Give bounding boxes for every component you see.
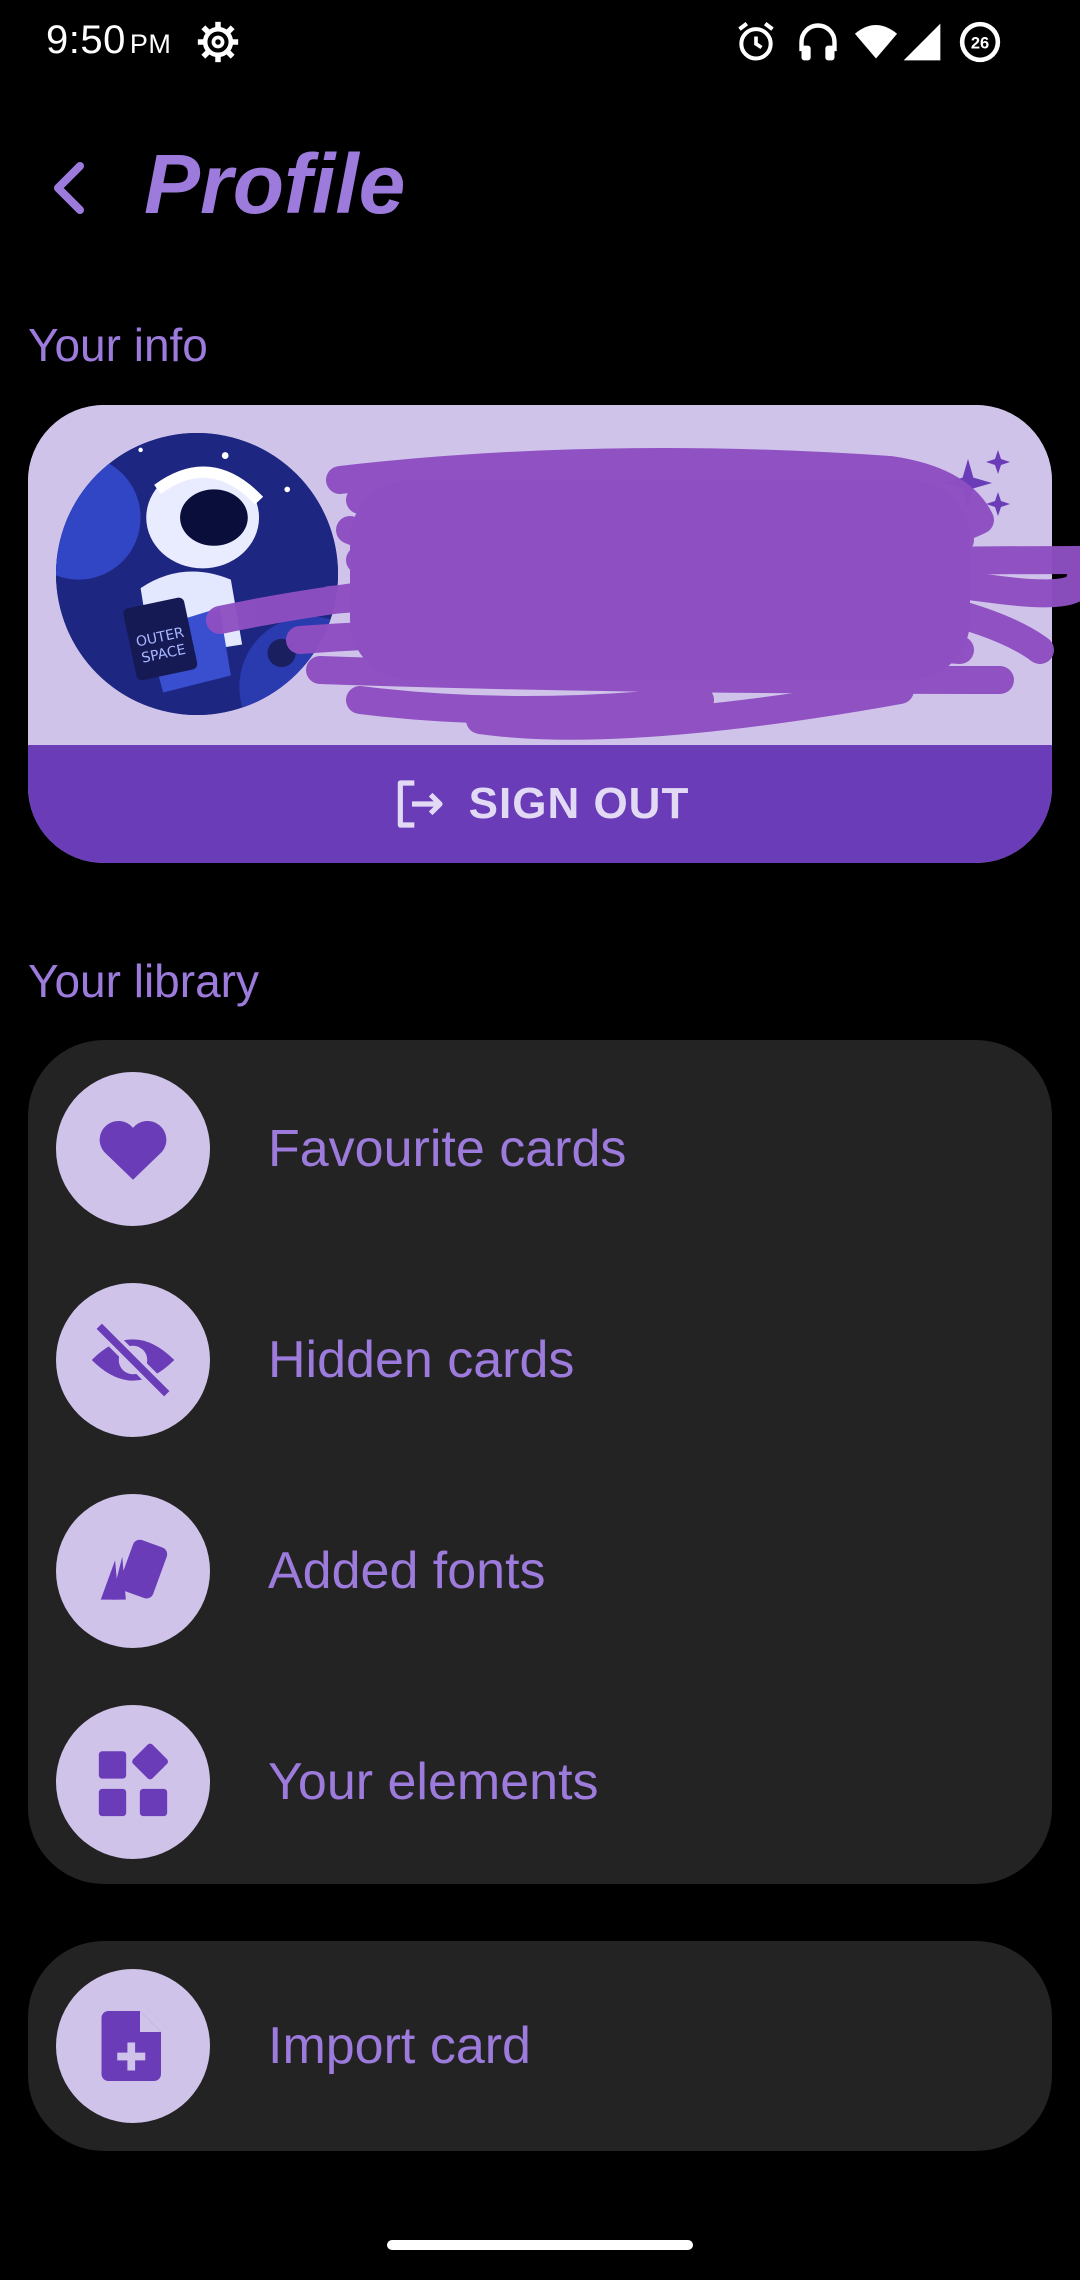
wifi-icon — [854, 25, 898, 59]
list-item-favourite-cards[interactable]: Favourite cards — [28, 1044, 1052, 1254]
sign-out-label: SIGN OUT — [468, 779, 690, 828]
elements-icon-circle — [56, 1705, 210, 1859]
chevron-left-icon[interactable] — [48, 160, 88, 216]
status-time: 9:50 PM — [46, 18, 171, 63]
library-list: Favourite cards Hidden cards Added fonts — [28, 1040, 1052, 1884]
section-label-your-library: Your library — [28, 955, 259, 1007]
list-item-label: Import card — [268, 2017, 531, 2075]
alarm-icon — [738, 22, 774, 61]
list-item-label: Favourite cards — [268, 1120, 627, 1178]
avatar: OUTER SPACE — [56, 433, 338, 715]
list-item-label: Your elements — [268, 1753, 599, 1811]
page-title: Profile — [144, 137, 406, 231]
hidden-icon-circle — [56, 1283, 210, 1437]
list-item-hidden-cards[interactable]: Hidden cards — [28, 1255, 1052, 1465]
battery-level: 26 — [971, 34, 989, 52]
sparkle-icon — [944, 450, 1010, 516]
list-item-added-fonts[interactable]: Added fonts — [28, 1466, 1052, 1676]
file-plus-icon — [101, 2011, 161, 2081]
list-item-label: Hidden cards — [268, 1331, 575, 1389]
home-indicator[interactable] — [387, 2240, 693, 2250]
status-bar: 9:50 PM 26 — [0, 0, 1080, 90]
sign-out-button[interactable]: SIGN OUT — [28, 745, 1052, 863]
import-icon-circle — [56, 1969, 210, 2123]
cell-signal-icon — [903, 23, 941, 61]
list-item-your-elements[interactable]: Your elements — [28, 1677, 1052, 1887]
profile-info-area: OUTER SPACE — [28, 405, 1052, 745]
astronaut-avatar: OUTER SPACE — [56, 433, 338, 715]
fonts-icon-circle — [56, 1494, 210, 1648]
heart-icon — [99, 1120, 167, 1180]
section-label-your-info: Your info — [28, 319, 208, 371]
logout-icon — [397, 780, 443, 828]
settings-gear-icon — [197, 21, 239, 63]
cards-icon — [100, 1539, 168, 1600]
elements-grid-icon — [98, 1743, 168, 1817]
favourite-icon-circle — [56, 1072, 210, 1226]
status-time-ampm: PM — [129, 29, 172, 59]
list-item-import-card[interactable]: Import card — [28, 1941, 1052, 2151]
headphones-icon — [799, 23, 837, 61]
profile-card: OUTER SPACE SIGN OUT — [28, 405, 1052, 863]
list-item-label: Added fonts — [268, 1542, 546, 1600]
import-card: Import card — [28, 1941, 1052, 2151]
status-time-value: 9:50 — [46, 18, 126, 62]
eye-off-icon — [91, 1320, 175, 1400]
battery-icon: 26 — [959, 21, 1001, 63]
